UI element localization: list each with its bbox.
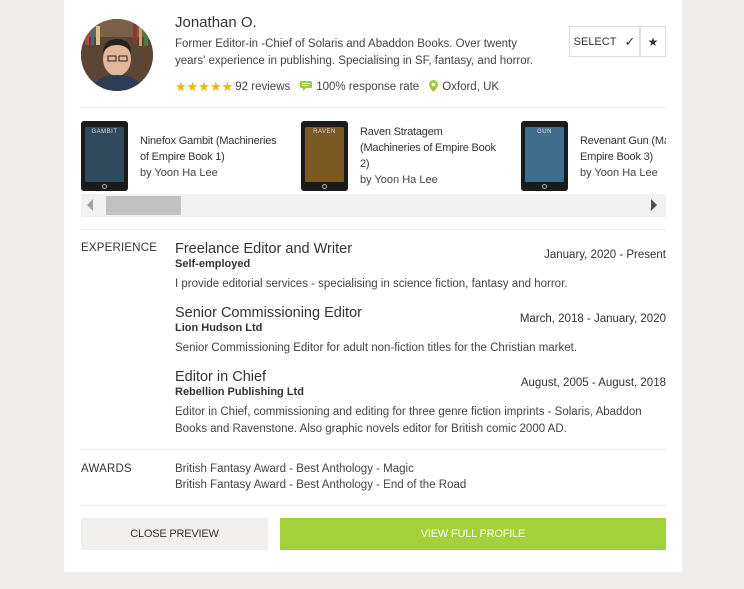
profile-stats: ★★★★★ 92 reviews 100% response rate Oxfo… (175, 79, 499, 95)
book-title: Ninefox Gambit (Machineries of Empire Bo… (140, 135, 277, 163)
divider (81, 107, 666, 108)
job-dates: March, 2018 - January, 2020 (519, 313, 666, 325)
award-item: British Fantasy Award - Best Anthology -… (175, 463, 414, 475)
divider (81, 505, 666, 506)
job-description: Editor in Chief, commissioning and editi… (175, 406, 642, 435)
book-author: by Yoon Ha Lee (360, 174, 438, 186)
book-title: Revenant Gun (Machineries of Empire Book… (580, 135, 666, 163)
profile-bio: Former Editor-in -Chief of Solaris and A… (175, 38, 534, 67)
portfolio-book[interactable]: GUN Revenant Gun (Machineries of Empire … (521, 121, 666, 191)
book-cover: RAVEN (301, 121, 348, 191)
job-description: I provide editorial services - specialis… (175, 278, 568, 290)
divider (81, 229, 666, 230)
awards-list: British Fantasy Award - Best Anthology -… (175, 461, 466, 493)
book-title: Raven Stratagem (Machineries of Empire B… (360, 126, 496, 170)
rating-stars-icon: ★★★★★ (175, 79, 234, 94)
check-icon: ✓ (624, 33, 636, 49)
experience-label: EXPERIENCE (81, 242, 158, 254)
divider (81, 449, 666, 450)
book-cover: GUN (521, 121, 568, 191)
select-button[interactable]: SELECT ✓ (569, 26, 640, 57)
select-label: SELECT (573, 35, 617, 48)
scroll-left-arrow-icon[interactable] (87, 199, 93, 211)
experience-item: Freelance Editor and Writer Self-employe… (175, 241, 666, 293)
portfolio-carousel: GAMBIT Ninefox Gambit (Machineries of Em… (81, 121, 666, 193)
book-cover: GAMBIT (81, 121, 128, 191)
favorite-button[interactable]: ★ (640, 26, 666, 57)
location-pin-icon (429, 79, 439, 95)
portfolio-book[interactable]: RAVEN Raven Stratagem (Machineries of Em… (301, 121, 505, 191)
awards-label: AWARDS (81, 463, 132, 475)
close-preview-button[interactable]: CLOSE PREVIEW (81, 518, 268, 550)
star-icon: ★ (647, 34, 659, 49)
job-description: Senior Commissioning Editor for adult no… (175, 342, 578, 354)
award-item: British Fantasy Award - Best Anthology -… (175, 479, 467, 491)
location: Oxford, UK (442, 81, 500, 93)
avatar (81, 19, 153, 91)
view-full-profile-button[interactable]: VIEW FULL PROFILE (280, 518, 666, 550)
book-author: by Yoon Ha Lee (140, 167, 218, 179)
experience-item: Senior Commissioning Editor Lion Hudson … (175, 305, 666, 357)
horizontal-scrollbar[interactable] (81, 194, 666, 217)
response-rate: 100% response rate (316, 81, 420, 93)
portfolio-book[interactable]: GAMBIT Ninefox Gambit (Machineries of Em… (81, 121, 285, 191)
reviews-count[interactable]: 92 reviews (235, 81, 290, 93)
chat-icon (300, 80, 313, 94)
scrollbar-thumb[interactable] (106, 196, 181, 215)
job-dates: January, 2020 - Present (544, 249, 666, 261)
scroll-right-arrow-icon[interactable] (651, 199, 657, 211)
experience-item: Editor in Chief Rebellion Publishing Ltd… (175, 369, 666, 438)
job-dates: August, 2005 - August, 2018 (520, 377, 666, 389)
book-author: by Yoon Ha Lee (580, 167, 658, 179)
profile-name[interactable]: Jonathan O. (175, 14, 257, 31)
